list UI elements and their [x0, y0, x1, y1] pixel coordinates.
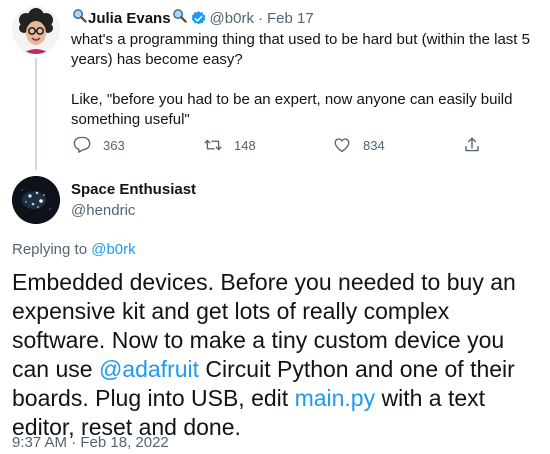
- tweet1-author-name[interactable]: Julia Evans: [88, 9, 171, 29]
- like-icon: [334, 138, 350, 153]
- tweet1-paragraph-1: what's a programming thing that used to …: [71, 31, 530, 68]
- retweet-count: 148: [234, 137, 256, 153]
- tweet1-date[interactable]: Feb 17: [267, 9, 314, 29]
- replying-to-handle-link[interactable]: @b0rk: [91, 241, 135, 258]
- thread-connector-line: [35, 58, 37, 170]
- share-button[interactable]: [463, 136, 481, 154]
- reply-count: 363: [103, 137, 125, 153]
- retweet-icon: [204, 139, 222, 151]
- main-py-link[interactable]: main.py: [295, 385, 376, 411]
- tweet1-paragraph-2: Like, "before you had to be an expert, n…: [71, 91, 513, 128]
- tweet1-handle[interactable]: @b0rk: [210, 9, 254, 29]
- tweet1-header: Julia Evans @b0rk · Feb 17: [71, 8, 314, 29]
- like-button[interactable]: 834: [333, 136, 385, 154]
- tweet2-handle[interactable]: @hendric: [71, 201, 135, 221]
- tweet1-action-bar: 363 148 834: [71, 136, 491, 156]
- magnifier-emoji-icon: [172, 8, 187, 29]
- avatar-space-enthusiast[interactable]: [12, 176, 60, 224]
- reply-icon: [73, 136, 91, 153]
- magnifier-emoji-icon: [72, 8, 87, 29]
- verified-badge-icon: [190, 10, 207, 27]
- share-icon: [465, 137, 479, 152]
- separator-dot: ·: [257, 9, 263, 27]
- tweet2-timestamp[interactable]: 9:37 AM · Feb 18, 2022: [12, 433, 169, 453]
- avatar-julia-evans[interactable]: [12, 6, 60, 54]
- replying-to-label: Replying to: [12, 241, 88, 258]
- like-count: 834: [363, 137, 385, 153]
- reply-button[interactable]: 363: [73, 136, 125, 154]
- replying-to-line: Replying to @b0rk: [12, 240, 136, 260]
- tweet1-body: what's a programming thing that used to …: [71, 30, 541, 130]
- mention-adafruit-link[interactable]: @adafruit: [99, 356, 199, 382]
- tweet2-body: Embedded devices. Before you needed to b…: [12, 268, 547, 442]
- retweet-button[interactable]: 148: [204, 136, 256, 154]
- tweet2-author-name[interactable]: Space Enthusiast: [71, 180, 196, 200]
